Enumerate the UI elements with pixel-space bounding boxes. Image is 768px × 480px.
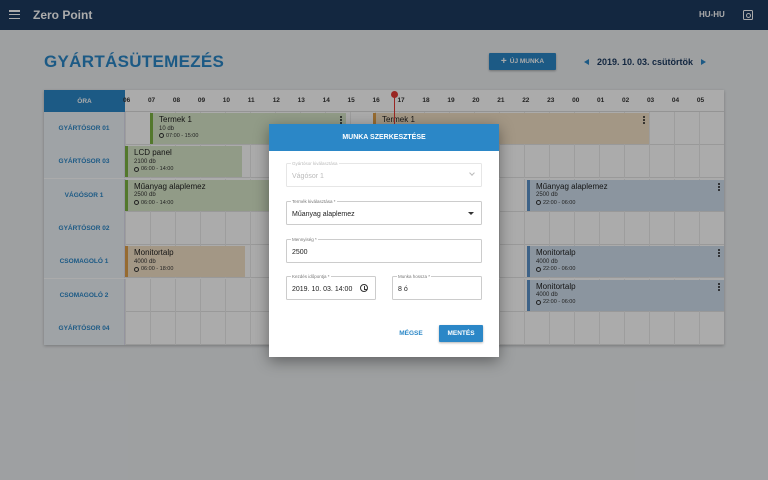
quantity-value: 2500 (292, 249, 308, 256)
job-length-value: 8 ó (398, 286, 408, 293)
chevron-down-icon (469, 170, 475, 176)
dropdown-arrow-icon[interactable] (468, 212, 474, 215)
quantity-input[interactable]: Mennyiség * 2500 (286, 237, 482, 263)
edit-job-dialog: MUNKA SZERKESZTÉSE Gyártósor kiválasztás… (269, 124, 499, 357)
line-select: Gyártósor kiválasztása Vágósor 1 (286, 161, 482, 187)
start-time-value: 2019. 10. 03. 14:00 (292, 286, 353, 293)
product-select[interactable]: Termék kiválasztása * Műanyag alaplemez (286, 199, 482, 225)
cancel-button[interactable]: MÉGSE (394, 325, 428, 342)
start-time-input[interactable]: Kezdés időpontja * 2019. 10. 03. 14:00 (286, 274, 376, 300)
product-select-label: Termék kiválasztása * (291, 199, 337, 204)
job-length-label: Munka hossza * (397, 274, 432, 279)
dialog-title: MUNKA SZERKESZTÉSE (269, 124, 499, 151)
clock-icon[interactable] (360, 284, 368, 292)
save-button[interactable]: MENTÉS (439, 325, 483, 342)
quantity-label: Mennyiség * (291, 237, 318, 242)
line-select-value: Vágósor 1 (292, 173, 324, 180)
line-select-label: Gyártósor kiválasztása (291, 161, 339, 166)
start-time-label: Kezdés időpontja * (291, 274, 331, 279)
job-length-input[interactable]: Munka hossza * 8 ó (392, 274, 482, 300)
product-select-value: Műanyag alaplemez (292, 211, 355, 218)
